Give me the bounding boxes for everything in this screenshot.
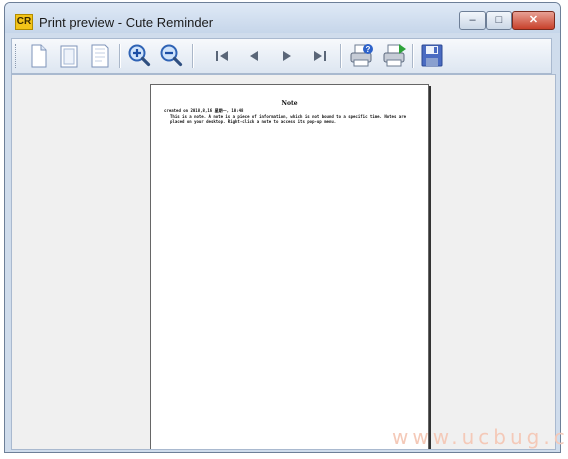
page-double-icon (60, 45, 78, 68)
svg-text:?: ? (366, 45, 371, 54)
print-icon (383, 44, 406, 67)
save-icon (421, 44, 443, 67)
last-page-button[interactable] (306, 41, 334, 71)
one-page-button[interactable] (24, 41, 52, 71)
watermark: www.ucbug.cc (392, 425, 568, 449)
previous-page-button[interactable] (240, 41, 268, 71)
zoom-out-button[interactable] (157, 41, 185, 71)
print-setup-icon: ? (350, 44, 373, 67)
save-button[interactable] (418, 41, 446, 71)
note-title: Note (281, 100, 298, 107)
zoom-in-button[interactable] (125, 41, 153, 71)
toolbar-separator (119, 44, 120, 68)
note-body: This is a note. A note is a piece of inf… (170, 114, 407, 124)
page-single-icon (31, 44, 47, 68)
toolbar-separator (340, 44, 341, 68)
zoom-out-icon (160, 44, 183, 67)
multiple-pages-button[interactable] (86, 41, 114, 71)
app-icon: CR (15, 14, 33, 30)
first-page-icon (216, 51, 228, 61)
window-title: Print preview - Cute Reminder (39, 15, 214, 30)
toolbar-separator (192, 44, 193, 68)
first-page-button[interactable] (208, 41, 236, 71)
next-page-icon (283, 51, 291, 61)
toolbar-grip[interactable] (15, 44, 19, 68)
title-bar[interactable]: CR Print preview - Cute Reminder – □ ✕ (5, 3, 560, 33)
minimize-button[interactable]: – (459, 11, 486, 30)
next-page-button[interactable] (273, 41, 301, 71)
preview-page: Note created on 2018,8,16 星期一, 10:48 Thi… (150, 84, 429, 449)
toolbar-separator (412, 44, 413, 68)
close-button[interactable]: ✕ (512, 11, 555, 30)
maximize-button[interactable]: □ (486, 11, 512, 30)
page-multi-icon (91, 44, 109, 68)
print-setup-button[interactable]: ? (347, 41, 375, 71)
print-preview-window: CR Print preview - Cute Reminder – □ ✕ ?… (4, 2, 561, 453)
print-button[interactable] (380, 41, 408, 71)
zoom-in-icon (128, 44, 151, 67)
toolbar: ? (11, 38, 552, 74)
two-pages-button[interactable] (55, 41, 83, 71)
preview-area[interactable]: Note created on 2018,8,16 星期一, 10:48 Thi… (11, 74, 556, 450)
previous-page-icon (250, 51, 258, 61)
last-page-icon (314, 51, 326, 61)
